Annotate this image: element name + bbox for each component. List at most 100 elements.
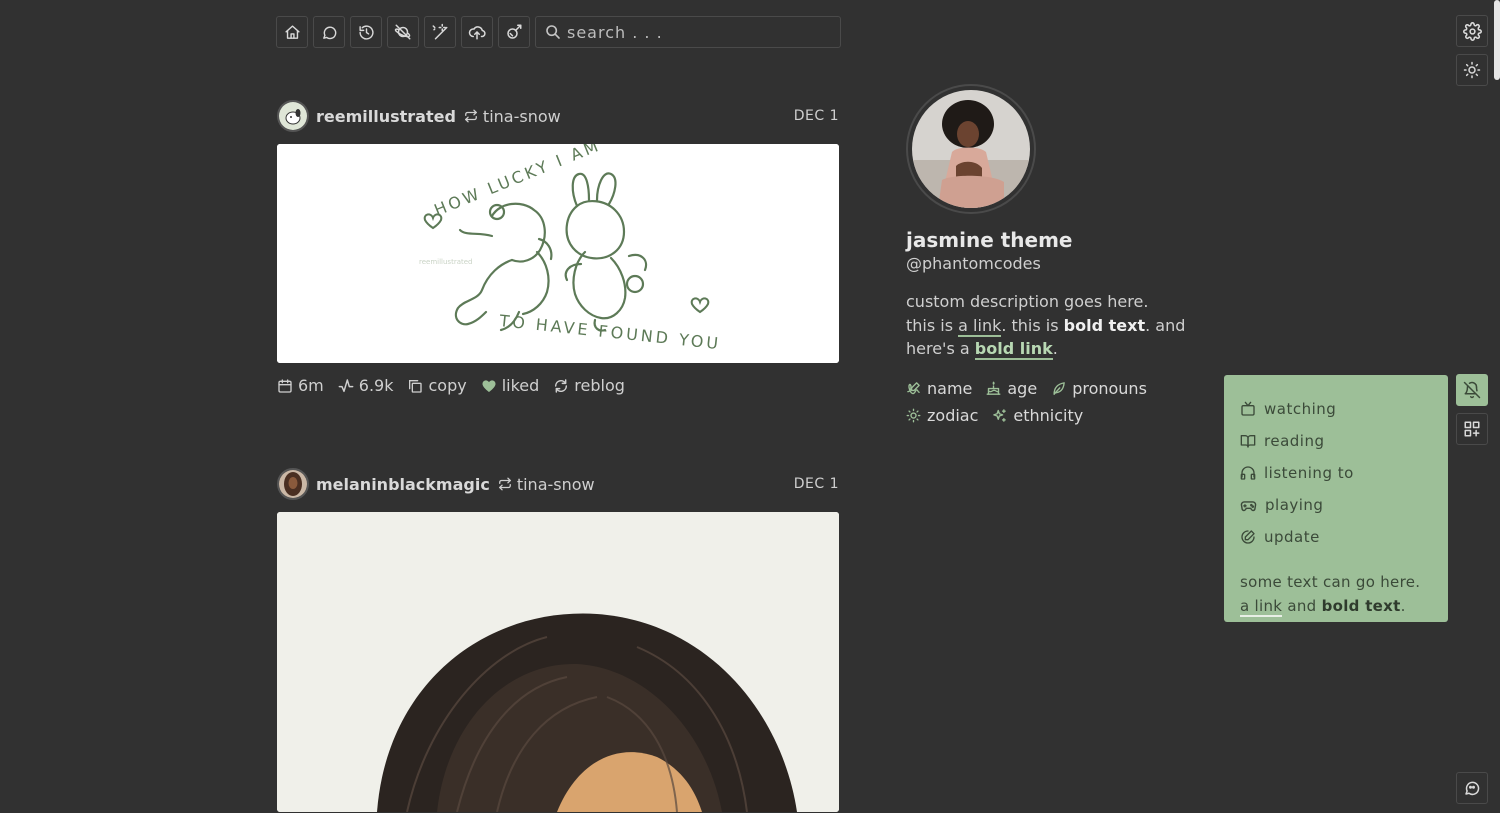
avatar[interactable]: [277, 468, 309, 500]
tv-icon: [1241, 401, 1255, 416]
description-link[interactable]: a link: [958, 315, 1002, 337]
post-notes-label: 6.9k: [358, 376, 394, 395]
reblogged-from[interactable]: tina-snow: [517, 475, 595, 494]
panel-note-text: and: [1282, 596, 1322, 615]
description-text: . and: [1145, 315, 1186, 335]
description-text: this is: [906, 315, 959, 335]
wand-icon: [432, 23, 448, 40]
panel-item-label: listening to: [1264, 464, 1354, 482]
search-input[interactable]: [567, 22, 827, 42]
reblog-button[interactable]: reblog: [553, 376, 625, 395]
profile-tags: name age pronouns zodiac ethnicity: [906, 379, 1206, 425]
panel-item-listening[interactable]: listening to: [1240, 457, 1432, 489]
top-nav: [276, 16, 841, 48]
post-header: melaninblackmagic tina-snow DEC 1: [277, 467, 839, 501]
upload-button[interactable]: [461, 16, 493, 48]
panel-item-update[interactable]: update: [1240, 521, 1432, 553]
planet-button[interactable]: [387, 16, 419, 48]
tag-ethnicity: ethnicity: [992, 406, 1083, 425]
scrollbar[interactable]: [1494, 0, 1500, 80]
brush-icon: [507, 24, 522, 39]
post: reemillustrated tina-snow DEC 1 HOW LUCK…: [277, 99, 839, 395]
image-signature: reemillustrated: [419, 258, 472, 266]
blog-title: jasmine theme: [906, 228, 1073, 252]
description-line: this is a link. this is bold text. and: [906, 314, 1206, 338]
avatar[interactable]: [277, 100, 309, 132]
reblogged-from[interactable]: tina-snow: [483, 107, 561, 126]
grid-plus-icon: [1464, 421, 1480, 437]
panel-note-line: some text can go here.: [1240, 573, 1421, 591]
post-time[interactable]: 6m: [277, 376, 324, 395]
blog-description: custom description goes here. this is a …: [906, 290, 1206, 361]
home-button[interactable]: [276, 16, 308, 48]
post-username[interactable]: melaninblackmagic: [316, 475, 490, 494]
post-image[interactable]: [277, 512, 839, 812]
description-line: custom description goes here.: [906, 292, 1149, 311]
planet-icon: [394, 24, 411, 40]
ask-button[interactable]: [1456, 772, 1488, 804]
gamepad-icon: [1240, 500, 1257, 511]
notifications-off-button[interactable]: [1456, 374, 1488, 406]
description-text: here's a: [906, 339, 975, 358]
description-text: .: [1052, 339, 1058, 358]
post-time-label: 6m: [298, 376, 324, 395]
gear-icon: [1462, 21, 1482, 41]
history-icon: [358, 24, 374, 40]
tag-ethnicity-label: ethnicity: [1013, 405, 1084, 425]
sparkles-icon: [993, 408, 1007, 422]
tag-age-label: age: [1007, 378, 1038, 398]
panel-item-label: playing: [1265, 496, 1324, 514]
message-icon: [322, 26, 336, 39]
like-button[interactable]: liked: [481, 376, 540, 395]
status-panel: watching reading listening to playing up…: [1224, 375, 1448, 622]
description-bold: bold text: [1063, 315, 1146, 335]
messages-button[interactable]: [313, 16, 345, 48]
post-notes[interactable]: 6.9k: [338, 376, 394, 395]
wand-button[interactable]: [424, 16, 456, 48]
tag-pronouns: pronouns: [1051, 379, 1147, 398]
cloud-upload-icon: [468, 26, 486, 40]
settings-button[interactable]: [1456, 15, 1488, 47]
copy-button[interactable]: copy: [407, 376, 467, 395]
history-button[interactable]: [350, 16, 382, 48]
panel-item-reading[interactable]: reading: [1240, 425, 1432, 457]
tag-zodiac: zodiac: [906, 406, 978, 425]
post-date[interactable]: DEC 1: [794, 476, 839, 492]
tag-pronouns-label: pronouns: [1072, 378, 1147, 398]
panel-item-playing[interactable]: playing: [1240, 489, 1432, 521]
reblog-label: reblog: [574, 376, 625, 395]
panel-note-text: .: [1400, 596, 1406, 615]
post-date[interactable]: DEC 1: [794, 108, 839, 124]
description-line: here's a bold link.: [906, 337, 1206, 361]
cake-icon: [986, 381, 1001, 395]
tag-age: age: [986, 379, 1037, 398]
post-username[interactable]: reemillustrated: [316, 107, 456, 126]
tag-name-label: name: [927, 378, 973, 398]
pen-icon: [1241, 530, 1255, 544]
post-image[interactable]: HOW LUCKY I AM TO HAVE FOUND YOU reemill…: [277, 144, 839, 363]
sun-icon: [906, 408, 921, 422]
profile-avatar[interactable]: [906, 84, 1036, 214]
search-bar[interactable]: [535, 16, 841, 48]
activity-icon: [338, 378, 354, 392]
reblog-icon: [465, 109, 477, 123]
panel-item-label: reading: [1264, 432, 1325, 450]
widgets-button[interactable]: [1456, 413, 1488, 445]
search-icon: [546, 25, 560, 39]
reblog-icon: [498, 477, 511, 491]
customize-button[interactable]: [498, 16, 530, 48]
panel-note-line: a link and bold text.: [1240, 595, 1432, 619]
panel-item-label: watching: [1264, 400, 1337, 418]
description-bold-link[interactable]: bold link: [974, 339, 1053, 360]
theme-toggle-button[interactable]: [1456, 54, 1488, 86]
panel-note-link[interactable]: a link: [1240, 596, 1283, 617]
headphones-icon: [1240, 466, 1256, 480]
post: melaninblackmagic tina-snow DEC 1: [277, 467, 839, 812]
signature-icon: [907, 381, 920, 394]
blog-handle[interactable]: @phantomcodes: [906, 254, 1206, 273]
sun-icon: [1463, 61, 1481, 79]
panel-item-watching[interactable]: watching: [1240, 393, 1432, 425]
bell-off-icon: [1463, 381, 1481, 399]
panel-note: some text can go here. a link and bold t…: [1240, 571, 1432, 618]
liked-label: liked: [501, 376, 540, 395]
